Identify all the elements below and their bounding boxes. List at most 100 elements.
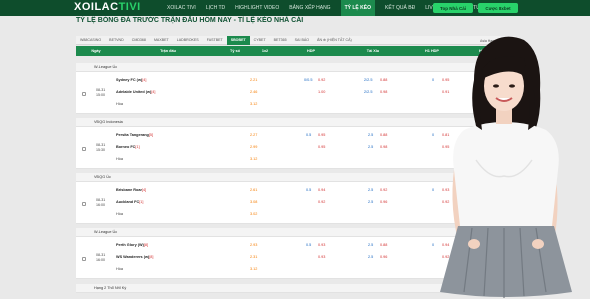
top-nav-bar: XOILAC TIVI XOILAC TIVI LỊCH TD HIGHLIGHT… bbox=[0, 0, 590, 16]
team-rank: [4] bbox=[151, 90, 156, 94]
tab-ladbrokes[interactable]: LADBROKES bbox=[173, 36, 203, 45]
hdp-line: 0.5 bbox=[306, 133, 312, 137]
ou-line: 2.5 bbox=[368, 188, 374, 192]
page: XOILAC TIVI XOILAC TIVI LỊCH TD HIGHLIGHT… bbox=[0, 0, 590, 299]
tab-betvnd[interactable]: BETVND bbox=[105, 36, 128, 45]
tab-maxbet[interactable]: MAXBET bbox=[150, 36, 173, 45]
nav-item-highlight[interactable]: HIGHLIGHT VIDEO bbox=[235, 0, 279, 16]
home-team[interactable]: Persita Tangerang[5] bbox=[116, 130, 153, 141]
hdp-line: 0.5 bbox=[306, 243, 312, 247]
col-date: Ngày bbox=[91, 49, 101, 53]
odds-x[interactable]: 3.12 bbox=[250, 154, 257, 165]
ou-line: 2.5 bbox=[368, 243, 374, 247]
nav-item-schedule[interactable]: LỊCH TD bbox=[206, 0, 225, 16]
team-rank: [5] bbox=[148, 133, 154, 137]
home-team[interactable]: Perth Glory (W)[8] bbox=[116, 240, 148, 251]
ou-line: 2.5 bbox=[368, 200, 374, 204]
team-name: Borneo FC bbox=[116, 145, 136, 149]
odds-1[interactable]: 2.21 bbox=[250, 75, 257, 86]
site-logo[interactable]: XOILAC TIVI bbox=[74, 1, 141, 13]
hdp-odds[interactable]: 0.95 bbox=[318, 130, 325, 141]
hdp-line: 0/0.5 bbox=[304, 78, 313, 82]
nav-item-standings[interactable]: BẢNG XẾP HẠNG bbox=[289, 0, 330, 16]
team-name: Brisbane Roar bbox=[116, 188, 142, 192]
team-name: Persita Tangerang bbox=[116, 133, 149, 137]
team-rank: [4] bbox=[141, 188, 147, 192]
ou-odds[interactable]: 0.88 bbox=[380, 240, 387, 251]
ou-line: 2.5 bbox=[368, 255, 374, 259]
away-team[interactable]: WS Wanderers (w)[8] bbox=[116, 252, 153, 263]
odds-x[interactable]: 3.02 bbox=[250, 209, 257, 220]
hdp-odds[interactable]: 0.95 bbox=[318, 142, 325, 153]
hdp-odds[interactable]: 0.92 bbox=[318, 197, 325, 208]
odds-1[interactable]: 2.61 bbox=[250, 185, 257, 196]
ou-odds[interactable]: 0.88 bbox=[380, 75, 387, 86]
draw-label: Hòa bbox=[116, 267, 123, 271]
team-rank: [1] bbox=[135, 145, 140, 149]
logo-text-left: XOILAC bbox=[74, 1, 119, 13]
ou-odds[interactable]: 0.96 bbox=[380, 252, 387, 263]
col-match: Trận đấu bbox=[160, 49, 176, 53]
tab-bet365[interactable]: BET365 bbox=[270, 36, 291, 45]
odds-x[interactable]: 3.12 bbox=[250, 264, 257, 275]
col-over-under: Tài Xỉu bbox=[366, 49, 380, 53]
odds-2[interactable]: 3.08 bbox=[250, 197, 257, 208]
home-team[interactable]: Sydney FC (w)[4] bbox=[116, 75, 146, 86]
model-illustration bbox=[440, 36, 572, 298]
hdp-odds[interactable]: 1.00 bbox=[318, 87, 325, 98]
ou-odds[interactable]: 0.96 bbox=[380, 197, 387, 208]
nav-item-odds[interactable]: TỶ LỆ KÈO bbox=[340, 0, 375, 16]
team-name: Auckland FC bbox=[116, 200, 140, 204]
hdp-odds[interactable]: 0.94 bbox=[318, 185, 325, 196]
ou-line: 2.5 bbox=[368, 145, 374, 149]
nav-item-results[interactable]: KẾT QUẢ BĐ bbox=[385, 0, 415, 16]
tab-sai-bao[interactable]: SAI BÁO bbox=[291, 36, 313, 45]
team-name: Sydney FC (w) bbox=[116, 78, 143, 82]
ou-line: 2.5 bbox=[368, 133, 374, 137]
hdp-odds[interactable]: 0.93 bbox=[318, 240, 325, 251]
odds-2[interactable]: 2.46 bbox=[250, 87, 257, 98]
odds-1[interactable]: 2.93 bbox=[250, 240, 257, 251]
top-bookmaker-button[interactable]: Top Nhà Cái bbox=[433, 3, 473, 13]
team-name: WS Wanderers (w) bbox=[116, 255, 150, 259]
home-team[interactable]: Brisbane Roar[4] bbox=[116, 185, 146, 196]
draw-label: Hòa bbox=[116, 212, 123, 216]
team-name: Adelaide United (w) bbox=[116, 90, 152, 94]
col-1x2: 1x2 bbox=[261, 49, 269, 53]
hdp-line: 0.5 bbox=[306, 188, 312, 192]
ou-odds[interactable]: 0.92 bbox=[380, 185, 387, 196]
tab-show-all[interactable]: ẮN ⊕ (HIỆN TẤT CẢ) bbox=[313, 36, 356, 45]
tab-cybet[interactable]: CYBET bbox=[250, 36, 270, 45]
away-team[interactable]: Borneo FC[1] bbox=[116, 142, 140, 153]
ou-line: 2/2.5 bbox=[364, 90, 373, 94]
ou-odds[interactable]: 0.98 bbox=[380, 87, 387, 98]
team-rank: [4] bbox=[142, 78, 147, 82]
team-rank: [8] bbox=[149, 255, 154, 259]
draw-label: Hòa bbox=[116, 157, 123, 161]
tab-sbobet[interactable]: SBOBET bbox=[226, 35, 250, 45]
hdp-odds[interactable]: 0.92 bbox=[318, 75, 325, 86]
draw-label: Hòa bbox=[116, 102, 123, 106]
logo-text-right: TIVI bbox=[118, 1, 141, 13]
page-title: TỶ LỆ BÓNG ĐÁ TRƯỚC TRẬN ĐẤU HÔM NAY - T… bbox=[76, 17, 304, 24]
col-score: Tỷ số bbox=[230, 49, 240, 53]
tab-fastbet[interactable]: FASTBET bbox=[203, 36, 227, 45]
away-team[interactable]: Adelaide United (w)[4] bbox=[116, 87, 155, 98]
ou-odds[interactable]: 0.98 bbox=[380, 142, 387, 153]
col-hdp: HDP bbox=[306, 49, 316, 53]
odds-1[interactable]: 2.27 bbox=[250, 130, 257, 141]
ou-line: 2/2.5 bbox=[364, 78, 373, 82]
bet-button[interactable]: Cược 8xbet bbox=[478, 3, 518, 13]
tab-w88casino[interactable]: W88CASINO bbox=[76, 36, 105, 45]
tab-cmd368[interactable]: CMD368 bbox=[128, 36, 150, 45]
odds-x[interactable]: 3.12 bbox=[250, 99, 257, 110]
ou-odds[interactable]: 0.88 bbox=[380, 130, 387, 141]
hdp-odds[interactable]: 0.93 bbox=[318, 252, 325, 263]
odds-2[interactable]: 2.99 bbox=[250, 142, 257, 153]
team-name: Perth Glory (W) bbox=[116, 243, 144, 247]
team-rank: [1] bbox=[139, 200, 144, 204]
away-team[interactable]: Auckland FC[1] bbox=[116, 197, 143, 208]
team-rank: [8] bbox=[143, 243, 149, 247]
odds-2[interactable]: 2.31 bbox=[250, 252, 257, 263]
nav-item-home[interactable]: XOILAC TIVI bbox=[167, 0, 196, 16]
